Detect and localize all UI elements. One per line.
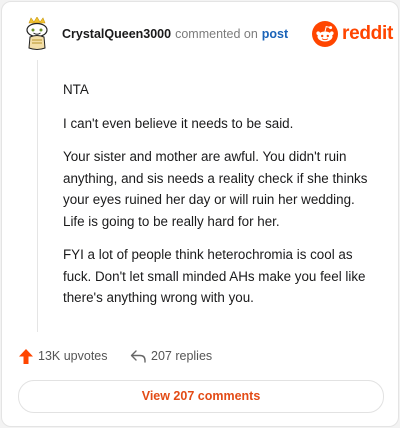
comment-actions: 13K upvotes 207 replies xyxy=(2,344,398,368)
comment-card: CrystalQueen3000 commented on post reddit … xyxy=(1,1,399,427)
replies-button[interactable]: 207 replies xyxy=(130,348,212,364)
comment-header: CrystalQueen3000 commented on post reddit xyxy=(2,2,398,62)
upvote-count: 13K upvotes xyxy=(38,349,108,363)
view-comments-button[interactable]: View 207 comments xyxy=(18,380,384,413)
replies-count: 207 replies xyxy=(151,349,213,363)
user-avatar[interactable] xyxy=(23,16,51,51)
comment-paragraph: NTA xyxy=(63,82,89,97)
reddit-brand[interactable]: reddit xyxy=(312,20,393,48)
comment-paragraph: I can't even believe it needs to be said… xyxy=(63,115,294,131)
comment-paragraph: FYI a lot of people think heterochromia … xyxy=(63,247,366,305)
reply-arrow-icon xyxy=(130,349,146,363)
upvote-button[interactable]: 13K upvotes xyxy=(19,348,108,364)
reddit-wordmark: reddit xyxy=(342,23,393,44)
comment-paragraph: Your sister and mother are awful. You di… xyxy=(63,149,368,229)
reddit-logo-icon xyxy=(312,21,338,47)
username-link[interactable]: CrystalQueen3000 xyxy=(62,27,171,41)
thread-line xyxy=(37,60,38,332)
post-link[interactable]: post xyxy=(262,27,288,41)
commented-on-text: commented on xyxy=(175,27,258,41)
snoo-avatar-crown-icon xyxy=(26,16,48,50)
comment-body: NTA I can't even believe it needs to be … xyxy=(63,79,379,321)
upvote-arrow-icon xyxy=(19,348,33,364)
comment-meta: CrystalQueen3000 commented on post xyxy=(62,26,288,42)
